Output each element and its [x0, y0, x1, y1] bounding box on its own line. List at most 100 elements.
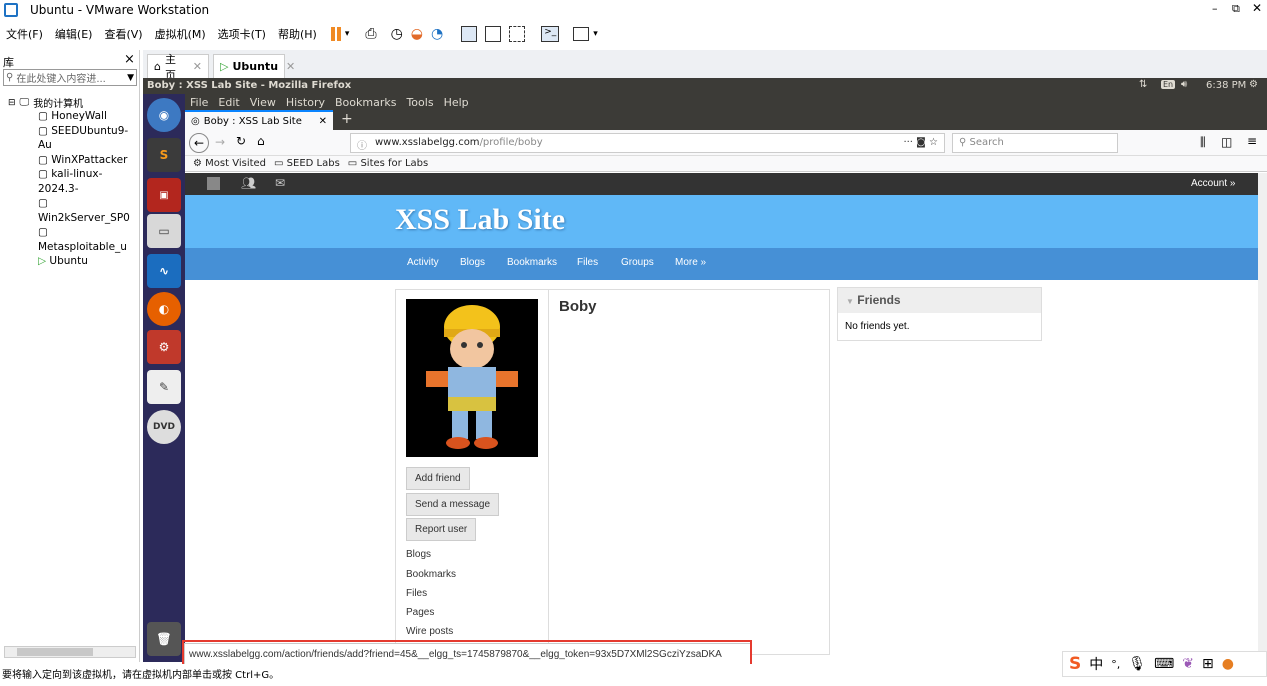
- nav-bookmarks[interactable]: Bookmarks: [507, 257, 557, 268]
- trash-icon[interactable]: 🗑︎: [147, 622, 181, 656]
- vm-item[interactable]: ▢ SEEDUbuntu9-Au: [38, 124, 139, 153]
- tab-close-icon[interactable]: ✕: [319, 116, 327, 127]
- keyboard-lang[interactable]: En: [1161, 80, 1176, 89]
- tab-home[interactable]: ⌂ 主页 ✕: [147, 53, 209, 82]
- ff-menu-edit[interactable]: Edit: [213, 96, 244, 109]
- search-bar[interactable]: ⚲ Search: [952, 133, 1118, 153]
- link-files[interactable]: Files: [406, 588, 427, 599]
- elgg-logo-icon[interactable]: [207, 177, 220, 190]
- library-icon[interactable]: ⫼: [1200, 135, 1206, 150]
- bookmark-most-visited[interactable]: ⚙ Most Visited: [193, 158, 266, 169]
- nav-activity[interactable]: Activity: [407, 257, 439, 268]
- vm-item-ubuntu[interactable]: ▷ Ubuntu: [38, 254, 139, 269]
- thumbnail-bar-icon[interactable]: [485, 26, 502, 42]
- volume-icon[interactable]: 🔊︎: [1181, 79, 1187, 90]
- nav-groups[interactable]: Groups: [621, 257, 654, 268]
- menu-vm[interactable]: 虚拟机(M): [149, 26, 212, 42]
- sublime-text-icon[interactable]: S: [147, 138, 181, 172]
- friends-icon[interactable]: 👥︎: [241, 176, 256, 190]
- page-actions-icon[interactable]: ··· ◙ ☆: [903, 137, 938, 149]
- link-pages[interactable]: Pages: [406, 607, 434, 618]
- tree-root[interactable]: ⊟ 🖵 我的计算机: [8, 95, 83, 110]
- firefox-tab[interactable]: ◎ Boby : XSS Lab Site ✕: [185, 110, 333, 130]
- pause-icon[interactable]: [330, 27, 341, 41]
- dropdown-icon[interactable]: ▾: [345, 29, 350, 39]
- link-wire-posts[interactable]: Wire posts: [406, 626, 453, 637]
- add-friend-button[interactable]: Add friend: [406, 467, 470, 490]
- info-icon[interactable]: ⓘ: [357, 137, 367, 152]
- library-search-input[interactable]: ⚲ 在此处键入内容进... ▼: [3, 69, 137, 86]
- menu-edit[interactable]: 编辑(E): [49, 26, 99, 42]
- terminal-icon[interactable]: ▣: [147, 178, 181, 212]
- new-tab-icon[interactable]: +: [341, 111, 353, 127]
- ff-menu-tools[interactable]: Tools: [401, 96, 438, 109]
- microphone-icon[interactable]: 🎙︎: [1128, 656, 1146, 672]
- ff-menu-bookmarks[interactable]: Bookmarks: [330, 96, 401, 109]
- reload-icon[interactable]: ↻: [236, 134, 246, 148]
- collapse-icon[interactable]: ▼: [846, 297, 854, 306]
- firefox-icon[interactable]: ◐: [147, 292, 181, 326]
- url-bar[interactable]: ⓘ www.xsslabelgg.com/profile/boby ··· ◙ …: [350, 133, 945, 153]
- stretch-dropdown-icon[interactable]: ▾: [593, 29, 598, 39]
- ime-chinese-mode[interactable]: 中: [1089, 654, 1103, 674]
- link-blogs[interactable]: Blogs: [406, 549, 431, 560]
- hamburger-menu-icon[interactable]: ≡: [1247, 134, 1257, 148]
- wireshark-icon[interactable]: ∿: [147, 254, 181, 288]
- vm-item[interactable]: ▢ Win2kServer_SP0: [38, 196, 139, 225]
- clock[interactable]: 6:38 PM: [1206, 80, 1246, 91]
- vm-item[interactable]: ▢ HoneyWall: [38, 109, 139, 124]
- fullscreen-icon[interactable]: [509, 26, 526, 42]
- console-view-icon[interactable]: >_: [541, 26, 560, 42]
- ff-menu-history[interactable]: History: [281, 96, 330, 109]
- restore-icon[interactable]: ⧉: [1232, 2, 1240, 16]
- ff-menu-file[interactable]: File: [185, 96, 213, 109]
- sidebar-icon[interactable]: ◫: [1221, 135, 1232, 149]
- vm-item[interactable]: ▢ kali-linux-2024.3-: [38, 167, 139, 196]
- sogou-logo-icon[interactable]: S: [1069, 654, 1081, 674]
- home-icon[interactable]: ⌂: [257, 134, 265, 148]
- tab-ubuntu[interactable]: ▷ Ubuntu ✕: [213, 54, 295, 78]
- page-scrollbar[interactable]: [1258, 173, 1267, 662]
- vm-item[interactable]: ▢ WinXPattacker: [38, 153, 139, 168]
- account-menu[interactable]: Account »: [1191, 178, 1235, 189]
- tab-close-icon[interactable]: ✕: [193, 60, 202, 73]
- menu-tabs[interactable]: 选项卡(T): [212, 26, 272, 42]
- vm-console[interactable]: Boby : XSS Lab Site - Mozilla Firefox ⇅ …: [143, 78, 1267, 662]
- text-editor-icon[interactable]: ✎: [147, 370, 181, 404]
- ime-extra-icon[interactable]: ●: [1222, 656, 1234, 672]
- files-icon[interactable]: ▭: [147, 214, 181, 248]
- collapse-icon[interactable]: ⊟: [8, 98, 16, 108]
- friends-header[interactable]: ▼ Friends: [838, 288, 1041, 313]
- nav-more[interactable]: More »: [675, 257, 706, 268]
- send-message-button[interactable]: Send a message: [406, 493, 500, 516]
- back-icon[interactable]: ←: [189, 133, 209, 153]
- dvd-icon[interactable]: DVD: [147, 410, 181, 444]
- bookmark-sites-for-labs[interactable]: ▭ Sites for Labs: [348, 158, 428, 169]
- site-title[interactable]: XSS Lab Site: [395, 203, 565, 237]
- menu-help[interactable]: 帮助(H): [272, 26, 323, 42]
- snapshot-manager-icon[interactable]: ◔: [431, 26, 443, 42]
- forward-icon[interactable]: →: [215, 135, 225, 149]
- ff-menu-view[interactable]: View: [245, 96, 281, 109]
- chevron-down-icon[interactable]: ▼: [127, 73, 134, 83]
- link-bookmarks[interactable]: Bookmarks: [406, 569, 456, 580]
- vm-item[interactable]: ▢ Metasploitable_u: [38, 225, 139, 254]
- ff-menu-help[interactable]: Help: [439, 96, 474, 109]
- minimize-icon[interactable]: –: [1212, 2, 1218, 15]
- skin-icon[interactable]: ❦: [1182, 656, 1194, 672]
- show-library-icon[interactable]: [461, 26, 478, 42]
- nav-files[interactable]: Files: [577, 257, 598, 268]
- tab-close-icon[interactable]: ✕: [286, 60, 295, 73]
- snapshot-icon[interactable]: ◷: [391, 26, 403, 42]
- nav-blogs[interactable]: Blogs: [460, 257, 485, 268]
- library-close-icon[interactable]: ×: [124, 52, 135, 67]
- messages-icon[interactable]: ✉: [275, 176, 285, 190]
- keyboard-icon[interactable]: ⌨: [1154, 656, 1174, 672]
- toolbox-icon[interactable]: ⊞: [1202, 656, 1214, 672]
- bookmark-seed-labs[interactable]: ▭ SEED Labs: [274, 158, 340, 169]
- send-ctrl-alt-del-icon[interactable]: ⎙: [365, 26, 376, 42]
- horizontal-scrollbar[interactable]: [4, 646, 136, 658]
- ime-punctuation[interactable]: °,: [1111, 658, 1120, 671]
- settings-gear-icon[interactable]: ⚙: [1249, 79, 1258, 90]
- menu-file[interactable]: 文件(F): [0, 26, 49, 42]
